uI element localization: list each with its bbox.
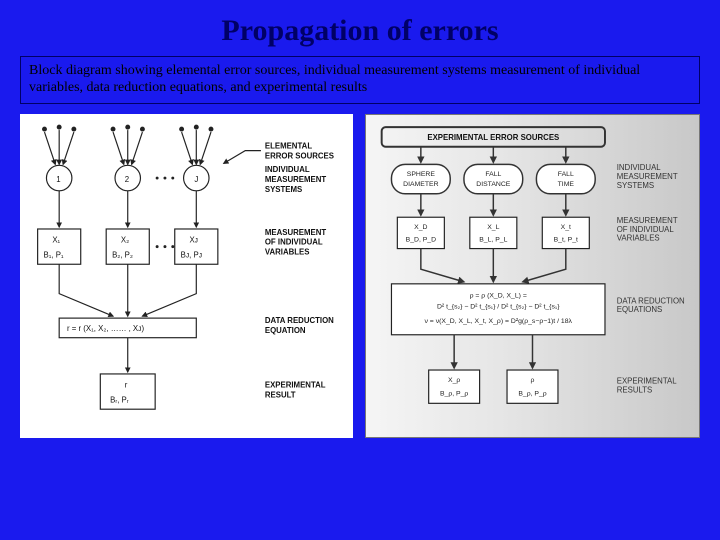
- svg-text:2: 2: [125, 175, 129, 184]
- svg-text:1: 1: [56, 175, 60, 184]
- svg-text:ρ: ρ: [531, 376, 535, 383]
- svg-text:B₂, P₂: B₂, P₂: [112, 250, 133, 259]
- svg-text:RESULTS: RESULTS: [617, 385, 653, 394]
- slide: Propagation of errors Block diagram show…: [0, 0, 720, 540]
- elemental-fan-j: [179, 124, 213, 164]
- svg-text:X_ρ: X_ρ: [448, 376, 460, 383]
- svg-text:SYSTEMS: SYSTEMS: [265, 184, 302, 193]
- svg-text:B_t, P_t: B_t, P_t: [554, 236, 578, 243]
- svg-text:SYSTEMS: SYSTEMS: [617, 180, 654, 189]
- svg-text:OF INDIVIDUAL: OF INDIVIDUAL: [265, 237, 323, 246]
- svg-text:Bᵣ, Pᵣ: Bᵣ, Pᵣ: [110, 395, 129, 404]
- slide-title: Propagation of errors: [0, 0, 720, 56]
- svg-text:MEASUREMENT: MEASUREMENT: [617, 216, 678, 225]
- svg-text:ELEMENTAL: ELEMENTAL: [265, 141, 312, 150]
- svg-text:MEASUREMENT: MEASUREMENT: [265, 175, 327, 184]
- svg-text:EXPERIMENTAL ERROR SOURCES: EXPERIMENTAL ERROR SOURCES: [427, 132, 559, 141]
- svg-text:D² t_{s₂} − D² t_{s₁} / D² t_{: D² t_{s₂} − D² t_{s₁} / D² t_{s₂} − D² t…: [437, 303, 560, 310]
- diagram-generic: ELEMENTAL ERROR SOURCES 1 2 J INDIVIDUAL…: [20, 114, 353, 438]
- svg-text:FALL: FALL: [558, 171, 574, 178]
- svg-text:X_D: X_D: [414, 224, 427, 231]
- elemental-fan-2: [111, 124, 145, 164]
- svg-text:EXPERIMENTAL: EXPERIMENTAL: [265, 380, 326, 389]
- diagram-panels: ELEMENTAL ERROR SOURCES 1 2 J INDIVIDUAL…: [0, 114, 720, 438]
- svg-text:OF INDIVIDUAL: OF INDIVIDUAL: [617, 225, 675, 234]
- svg-text:ERROR SOURCES: ERROR SOURCES: [265, 151, 334, 160]
- svg-text:X₂: X₂: [121, 235, 129, 244]
- svg-text:VARIABLES: VARIABLES: [617, 233, 660, 242]
- svg-text:RESULT: RESULT: [265, 390, 296, 399]
- svg-text:B₁, P₁: B₁, P₁: [44, 250, 64, 259]
- svg-text:MEASUREMENT: MEASUREMENT: [617, 172, 678, 181]
- svg-text:X_L: X_L: [487, 224, 499, 231]
- svg-text:B_D, P_D: B_D, P_D: [406, 236, 436, 243]
- svg-text:VARIABLES: VARIABLES: [265, 247, 310, 256]
- svg-text:DIAMETER: DIAMETER: [403, 180, 438, 187]
- svg-text:J: J: [194, 175, 198, 184]
- description-box: Block diagram showing elemental error so…: [20, 56, 700, 104]
- svg-text:Bᴊ, Pᴊ: Bᴊ, Pᴊ: [181, 250, 202, 259]
- svg-text:X_t: X_t: [561, 224, 571, 231]
- svg-text:B_ρ, P_ρ: B_ρ, P_ρ: [440, 390, 468, 397]
- svg-text:ν = ν(X_D, X_L, X_t, X_ρ) = D²: ν = ν(X_D, X_L, X_t, X_ρ) = D²g(ρ_s−ρ−1)…: [424, 318, 572, 325]
- svg-text:Xᴊ: Xᴊ: [189, 235, 198, 244]
- svg-text:EQUATIONS: EQUATIONS: [617, 305, 663, 314]
- diagram-sphere-example: EXPERIMENTAL ERROR SOURCES SPHERE DIAMETE…: [365, 114, 700, 438]
- svg-text:X₁: X₁: [52, 235, 60, 244]
- svg-text:FALL: FALL: [485, 171, 501, 178]
- svg-text:B_ρ, P_ρ: B_ρ, P_ρ: [518, 390, 546, 397]
- svg-text:INDIVIDUAL: INDIVIDUAL: [265, 165, 310, 174]
- svg-text:TIME: TIME: [558, 180, 575, 187]
- svg-text:SPHERE: SPHERE: [407, 171, 436, 178]
- svg-text:INDIVIDUAL: INDIVIDUAL: [617, 163, 662, 172]
- svg-text:r = r (X₁, X₂, …… , Xᴊ): r = r (X₁, X₂, …… , Xᴊ): [67, 323, 144, 332]
- svg-text:EQUATION: EQUATION: [265, 325, 306, 334]
- elemental-fan-1: [42, 124, 76, 164]
- svg-text:DISTANCE: DISTANCE: [476, 180, 511, 187]
- svg-text:MEASUREMENT: MEASUREMENT: [265, 227, 327, 236]
- svg-text:ρ = ρ (X_D, X_L) =: ρ = ρ (X_D, X_L) =: [470, 292, 527, 299]
- svg-text:DATA REDUCTION: DATA REDUCTION: [617, 296, 685, 305]
- svg-text:r: r: [125, 380, 128, 389]
- svg-text:DATA REDUCTION: DATA REDUCTION: [265, 316, 334, 325]
- svg-text:B_L, P_L: B_L, P_L: [479, 236, 507, 243]
- svg-text:EXPERIMENTAL: EXPERIMENTAL: [617, 376, 678, 385]
